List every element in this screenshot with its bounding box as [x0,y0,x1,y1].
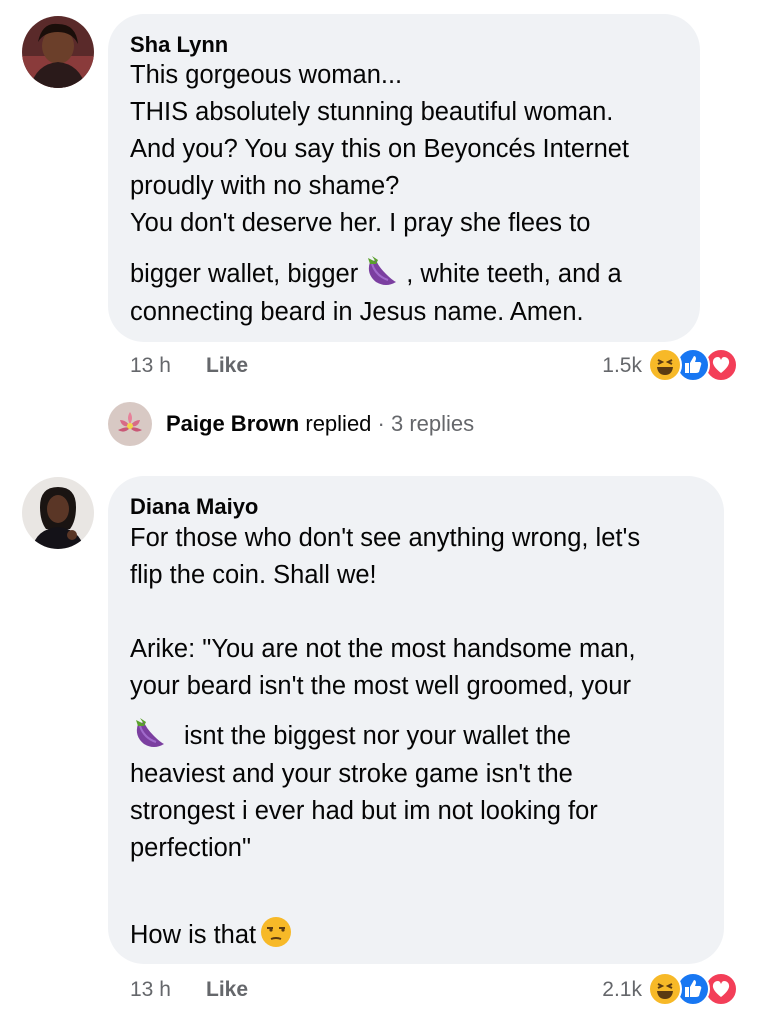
avatar[interactable] [22,16,94,88]
avatar[interactable] [22,477,94,549]
comment-text-fragment: bigger wallet, bigger [130,260,359,288]
comment-author[interactable]: Diana Maiyo [130,494,258,520]
comment-text-line: Arike: "You are not the most handsome ma… [130,635,636,663]
comment-text-line: strongest i ever had but im not looking … [130,797,598,825]
reply-action: replied [305,411,372,436]
reaction-count[interactable]: 2.1k [590,978,642,1002]
reaction-icons[interactable] [648,348,738,382]
comment-text-fragment: How is that [130,921,257,949]
haha-reaction-icon [648,348,682,382]
comment-text-line: And you? You say this on Beyoncés Intern… [130,135,630,163]
comment-text-line: isnt the biggest nor your wallet the [130,716,571,757]
comment-text-line: This gorgeous woman... [130,61,403,89]
comment-timestamp[interactable]: 13 h [130,978,171,1002]
eggplant-icon [130,716,170,757]
like-button[interactable]: Like [206,354,248,378]
comment-text-line: How is that [130,916,296,955]
view-replies-link[interactable]: Paige Brown replied · 3 replies [108,402,474,446]
comment-text-line: proudly with no shame? [130,172,400,200]
reply-author[interactable]: Paige Brown [166,411,299,436]
comment-text-line: You don't deserve her. I pray she flees … [130,209,591,237]
comment-text-line: For those who don't see anything wrong, … [130,524,641,552]
like-button[interactable]: Like [206,978,248,1002]
comment-text-line: flip the coin. Shall we! [130,561,377,589]
haha-reaction-icon [648,972,682,1006]
reply-count[interactable]: 3 replies [391,411,474,436]
comment-text-line: bigger wallet, bigger , white teeth, and… [130,254,622,295]
comment-text-line: connecting beard in Jesus name. Amen. [130,298,584,326]
comment-text-line: your beard isn't the most well groomed, … [130,672,631,700]
unamused-face-icon [260,916,292,955]
comment-timestamp[interactable]: 13 h [130,354,171,378]
comment-text-fragment: , white teeth, and a [406,260,622,288]
eggplant-icon [362,254,402,295]
comment-bubble: Sha Lynn This gorgeous woman... THIS abs… [108,14,700,342]
comment-author[interactable]: Sha Lynn [130,32,228,58]
reaction-count[interactable]: 1.5k [590,354,642,378]
reaction-icons[interactable] [648,972,738,1006]
reply-separator: · [377,411,385,436]
comment-bubble: Diana Maiyo For those who don't see anyt… [108,476,724,964]
comment-text-fragment: isnt the biggest nor your wallet the [184,722,571,750]
comment-text-line: perfection" [130,834,252,862]
comment-text-line: heaviest and your stroke game isn't the [130,760,573,788]
comment-text-line: THIS absolutely stunning beautiful woman… [130,98,614,126]
avatar [108,402,152,446]
